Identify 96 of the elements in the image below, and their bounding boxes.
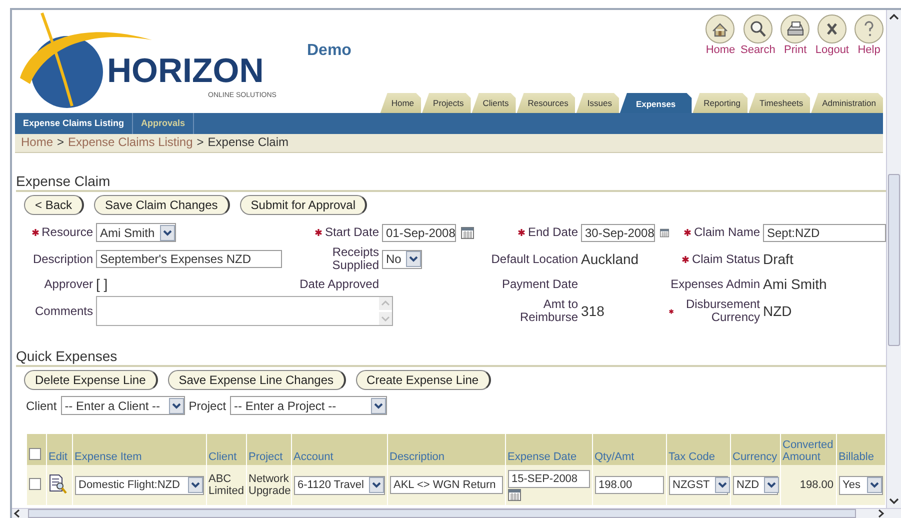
breadcrumb-current: Expense Claim bbox=[208, 135, 288, 151]
calendar-icon[interactable] bbox=[660, 226, 669, 238]
field-label: Start Date bbox=[324, 226, 379, 240]
field-value: [ ] bbox=[96, 276, 108, 292]
field-label: Claim Name bbox=[694, 226, 760, 240]
nav-tab[interactable]: Projects bbox=[422, 93, 471, 113]
action-button[interactable]: Save Claim Changes bbox=[94, 195, 230, 215]
search-icon bbox=[742, 14, 773, 44]
calendar-icon[interactable] bbox=[508, 488, 520, 501]
breadcrumb-separator: > bbox=[57, 135, 64, 151]
field-value: Draft bbox=[763, 251, 794, 268]
caret-icon[interactable] bbox=[168, 398, 184, 414]
scrollbar-thumb[interactable] bbox=[888, 174, 900, 346]
text-field[interactable]: 198.00 bbox=[594, 476, 664, 494]
dropdown[interactable]: -- Enter a Project -- bbox=[230, 396, 388, 416]
nav-tab[interactable]: Issues bbox=[576, 93, 619, 113]
table-cell: 198.00 bbox=[800, 479, 834, 492]
field-label: Disbursement Currency bbox=[684, 298, 760, 325]
nav-tab[interactable]: Resources bbox=[516, 93, 576, 113]
field-label: Receipts Supplied bbox=[331, 246, 379, 272]
breadcrumb-link[interactable]: Home bbox=[21, 135, 54, 151]
action-button[interactable]: Submit for Approval bbox=[240, 195, 368, 215]
nav-tab[interactable]: Home bbox=[380, 93, 422, 113]
dropdown[interactable]: No bbox=[382, 250, 422, 269]
arrow-right-icon[interactable] bbox=[876, 509, 886, 518]
date-field[interactable]: 30-Sep-2008 bbox=[581, 224, 655, 242]
vertical-scrollbar[interactable] bbox=[886, 10, 901, 508]
field-label: Approver bbox=[44, 278, 93, 291]
checkbox[interactable] bbox=[29, 478, 41, 490]
logo-wordmark: HORIZON bbox=[107, 54, 264, 88]
checkbox[interactable] bbox=[29, 448, 41, 460]
field-value: 318 bbox=[581, 303, 604, 320]
print-link[interactable]: Print bbox=[780, 14, 810, 56]
nav-tab[interactable]: Timesheets bbox=[748, 93, 810, 113]
field-label: Amt to Reimburse bbox=[518, 298, 578, 325]
print-icon bbox=[780, 14, 810, 44]
calendar-icon[interactable] bbox=[461, 226, 474, 238]
section-heading: Quick Expenses bbox=[16, 348, 886, 368]
field-label: Payment Date bbox=[502, 278, 578, 291]
action-button[interactable]: < Back bbox=[24, 195, 84, 215]
filter-label: Client bbox=[26, 398, 57, 413]
logout-link[interactable]: Logout bbox=[815, 14, 849, 56]
dropdown[interactable]: -- Enter a Client -- bbox=[60, 396, 185, 416]
dropdown[interactable]: Ami Smith bbox=[96, 223, 176, 242]
caret-icon[interactable] bbox=[371, 398, 386, 414]
filter-label: Project bbox=[188, 398, 226, 413]
caret-icon[interactable] bbox=[406, 251, 422, 268]
field-value: Ami Smith bbox=[763, 276, 827, 292]
action-button[interactable]: Delete Expense Line bbox=[24, 370, 158, 390]
action-button[interactable]: Save Expense Line Changes bbox=[168, 370, 346, 390]
field-value: NZD bbox=[763, 303, 792, 320]
text-field[interactable]: Sept:NZD bbox=[763, 224, 886, 242]
caret-icon[interactable] bbox=[866, 477, 882, 494]
document-magnifier-icon[interactable] bbox=[48, 474, 66, 494]
help-link[interactable]: Help bbox=[854, 14, 884, 56]
field-label: Comments bbox=[34, 304, 93, 318]
home-icon bbox=[705, 14, 736, 44]
text-field[interactable]: September's Expenses NZD bbox=[96, 250, 282, 268]
field-label: Date Approved bbox=[300, 278, 379, 291]
date-field[interactable]: 01-Sep-2008 bbox=[382, 224, 456, 242]
dropdown[interactable]: Domestic Flight:NZD bbox=[74, 476, 204, 495]
field-value: Auckland bbox=[581, 251, 639, 268]
field-label: Claim Status bbox=[692, 252, 760, 266]
dropdown[interactable]: 6-1120 Travel bbox=[294, 476, 384, 495]
section-heading: Expense Claim bbox=[16, 173, 886, 192]
search-link[interactable]: Search bbox=[740, 14, 776, 56]
field-label: Description bbox=[32, 252, 93, 266]
dropdown[interactable]: NZGST bbox=[668, 476, 728, 495]
breadcrumb-separator: > bbox=[196, 135, 204, 151]
table-cell: ABC Limited bbox=[208, 473, 244, 498]
caret-icon[interactable] bbox=[188, 477, 202, 494]
field-label: Resource bbox=[42, 226, 93, 240]
question-icon bbox=[854, 14, 884, 44]
field-label: End Date bbox=[528, 226, 578, 240]
caret-icon[interactable] bbox=[714, 477, 730, 494]
date-field[interactable]: 15-SEP-2008 bbox=[508, 470, 590, 488]
caret-icon[interactable] bbox=[764, 477, 780, 494]
dropdown[interactable]: Yes bbox=[838, 476, 882, 495]
x-icon bbox=[817, 14, 848, 44]
text-field[interactable]: AKL <> WGN Return bbox=[390, 476, 502, 494]
caret-icon[interactable] bbox=[160, 224, 175, 240]
nav-tab[interactable]: Administration bbox=[811, 93, 883, 113]
field-label: Default Location bbox=[491, 252, 578, 266]
nav-tab[interactable]: Reporting bbox=[692, 93, 748, 113]
scrollbar-corner bbox=[886, 508, 901, 518]
table-cell: Network Upgrade bbox=[248, 473, 291, 498]
action-button[interactable]: Create Expense Line bbox=[356, 370, 491, 390]
caret-icon[interactable] bbox=[368, 477, 384, 494]
nav-tab[interactable]: Expenses bbox=[620, 93, 692, 113]
arrow-left-icon[interactable] bbox=[12, 509, 22, 518]
app-title: Demo bbox=[307, 42, 352, 61]
dropdown[interactable]: NZD bbox=[732, 476, 778, 495]
home-link[interactable]: Home bbox=[705, 14, 736, 56]
field-label: Expenses Admin bbox=[670, 278, 760, 291]
nav-tab[interactable]: Clients bbox=[472, 93, 516, 113]
breadcrumb-link[interactable]: Expense Claims Listing bbox=[68, 135, 193, 151]
